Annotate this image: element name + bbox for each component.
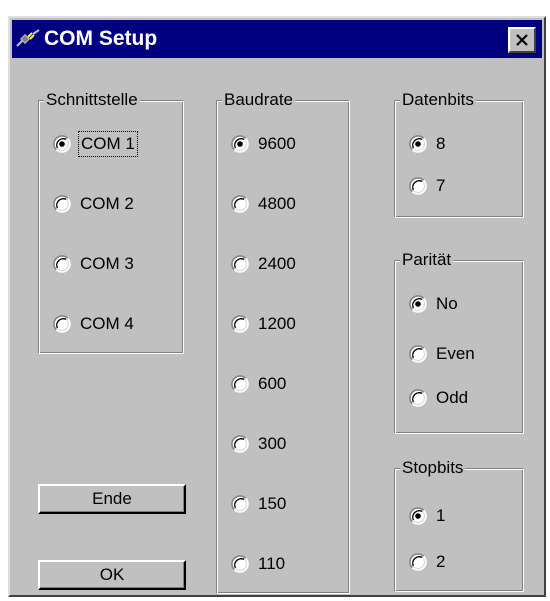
radio-label: 150	[258, 494, 287, 513]
radio-button[interactable]	[231, 495, 249, 513]
radio-label: COM 4	[80, 314, 134, 333]
radio-label: 110	[258, 554, 286, 573]
title-bar[interactable]: COM Setup	[12, 20, 542, 58]
schnittstelle-legend: Schnittstelle	[44, 89, 140, 111]
radio-stopbits-1[interactable]: 1	[409, 503, 445, 529]
radio-label: 1	[436, 506, 446, 525]
radio-button[interactable]	[53, 195, 71, 213]
close-button[interactable]	[508, 27, 536, 53]
plug-cable-icon	[16, 29, 40, 47]
radio-baud-150[interactable]: 150	[231, 491, 286, 517]
close-icon	[516, 34, 528, 46]
radio-label: 7	[436, 176, 446, 195]
radio-stopbits-2[interactable]: 2	[409, 549, 445, 575]
radio-button[interactable]	[231, 375, 249, 393]
radio-com3[interactable]: COM 3	[53, 251, 134, 277]
radio-label: COM 2	[80, 194, 134, 213]
radio-button[interactable]	[231, 315, 249, 333]
ok-button[interactable]: OK	[38, 560, 186, 590]
radio-baud-9600[interactable]: 9600	[231, 131, 296, 157]
radio-label: 2	[436, 552, 446, 571]
radio-label: Odd	[436, 388, 469, 407]
radio-button-selected[interactable]	[409, 295, 427, 313]
radio-label: No	[436, 294, 458, 313]
radio-button-selected[interactable]	[409, 135, 427, 153]
radio-button[interactable]	[53, 315, 71, 333]
radio-button[interactable]	[409, 553, 427, 571]
ende-button[interactable]: Ende	[38, 484, 186, 514]
radio-button[interactable]	[409, 177, 427, 195]
radio-baud-600[interactable]: 600	[231, 371, 286, 397]
radio-com1[interactable]: COM 1	[53, 131, 138, 157]
radio-button[interactable]	[231, 555, 249, 573]
baudrate-group: Baudrate	[216, 89, 350, 594]
radio-datenbits-7[interactable]: 7	[409, 173, 445, 199]
radio-button[interactable]	[409, 389, 427, 407]
radio-label: 600	[258, 374, 287, 393]
radio-baud-1200[interactable]: 1200	[231, 311, 296, 337]
radio-button[interactable]	[53, 255, 71, 273]
com-setup-dialog: COM Setup Schnittstelle Baudrate Datenbi…	[8, 16, 546, 597]
radio-baud-4800[interactable]: 4800	[231, 191, 296, 217]
radio-button[interactable]	[409, 345, 427, 363]
radio-datenbits-8[interactable]: 8	[409, 131, 445, 157]
paritaet-legend: Parität	[400, 249, 454, 271]
radio-paritaet-no[interactable]: No	[409, 291, 458, 317]
stopbits-legend: Stopbits	[400, 457, 466, 479]
radio-label: 2400	[258, 254, 296, 273]
radio-label: COM 1	[78, 131, 138, 157]
radio-label: 1200	[258, 314, 296, 333]
radio-com4[interactable]: COM 4	[53, 311, 134, 337]
radio-button-selected[interactable]	[231, 135, 249, 153]
radio-com2[interactable]: COM 2	[53, 191, 134, 217]
radio-button-selected[interactable]	[409, 507, 427, 525]
radio-button[interactable]	[231, 255, 249, 273]
baudrate-legend: Baudrate	[222, 89, 295, 111]
datenbits-legend: Datenbits	[400, 89, 476, 111]
radio-baud-110[interactable]: 110	[231, 551, 285, 577]
radio-label: 9600	[258, 134, 296, 153]
radio-baud-300[interactable]: 300	[231, 431, 286, 457]
radio-label: 300	[258, 434, 287, 453]
radio-baud-2400[interactable]: 2400	[231, 251, 296, 277]
radio-paritaet-even[interactable]: Even	[409, 341, 475, 367]
radio-paritaet-odd[interactable]: Odd	[409, 385, 468, 411]
window-title: COM Setup	[44, 27, 158, 50]
radio-button[interactable]	[231, 435, 249, 453]
radio-button[interactable]	[231, 195, 249, 213]
radio-button-selected[interactable]	[53, 135, 71, 153]
radio-label: 8	[436, 134, 446, 153]
radio-label: COM 3	[80, 254, 134, 273]
datenbits-group: Datenbits	[394, 89, 524, 218]
radio-label: Even	[436, 344, 475, 363]
radio-label: 4800	[258, 194, 296, 213]
